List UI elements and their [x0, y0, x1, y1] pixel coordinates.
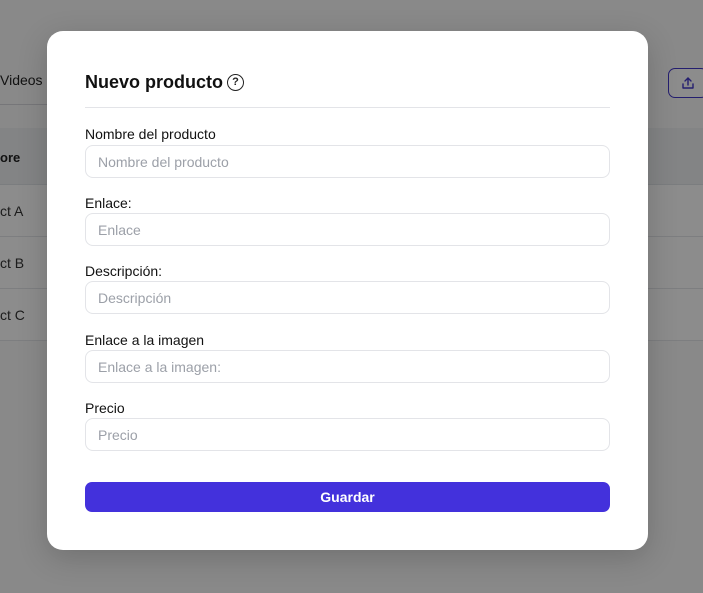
product-name-label: Nombre del producto — [85, 126, 216, 142]
save-button[interactable]: Guardar — [85, 482, 610, 512]
title-divider — [85, 107, 610, 108]
modal-title-row: Nuevo producto ? — [85, 72, 244, 93]
link-label: Enlace: — [85, 195, 132, 211]
description-input[interactable] — [85, 281, 610, 314]
new-product-modal: Nuevo producto ? Nombre del producto Enl… — [47, 31, 648, 550]
modal-title: Nuevo producto — [85, 72, 223, 92]
help-icon[interactable]: ? — [227, 74, 244, 91]
description-label: Descripción: — [85, 263, 163, 279]
image-link-input[interactable] — [85, 350, 610, 383]
product-name-input[interactable] — [85, 145, 610, 178]
link-input[interactable] — [85, 213, 610, 246]
price-input[interactable] — [85, 418, 610, 451]
image-link-label: Enlace a la imagen — [85, 332, 205, 348]
price-label: Precio — [85, 400, 125, 416]
